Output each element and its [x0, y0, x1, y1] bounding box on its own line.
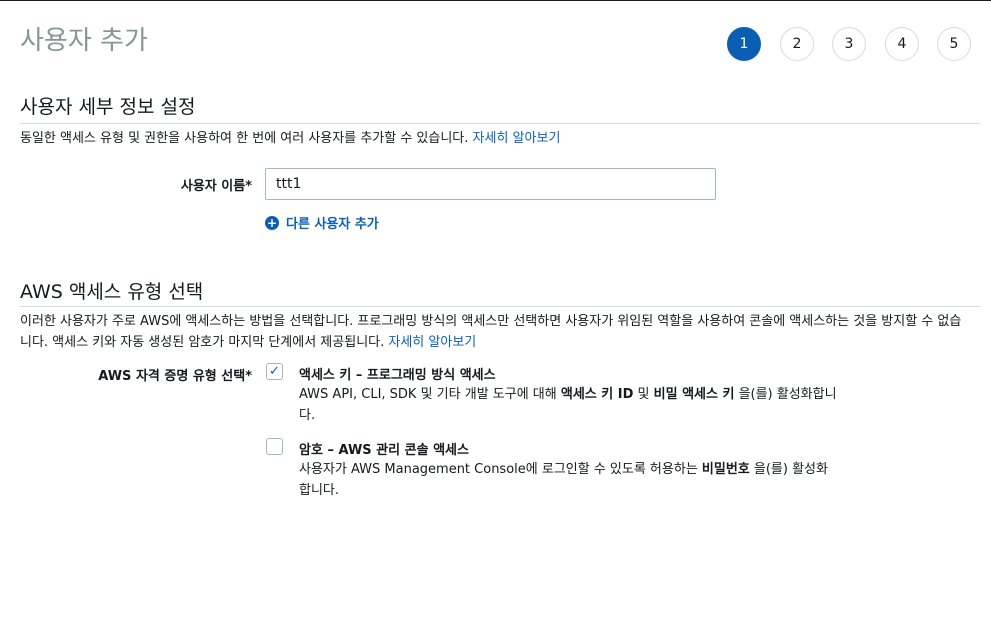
access-type-title: AWS 액세스 유형 선택 — [20, 281, 204, 303]
access-key-option-description: AWS API, CLI, SDK 및 기타 개발 도구에 대해 액세스 키 I… — [299, 387, 837, 423]
step-3[interactable]: 3 — [832, 27, 866, 61]
description-text: 동일한 액세스 유형 및 권한을 사용하여 한 번에 여러 사용자를 추가할 수… — [20, 131, 469, 146]
learn-more-link[interactable]: 자세히 알아보기 — [388, 335, 476, 350]
page-title: 사용자 추가 — [20, 26, 148, 56]
username-input[interactable] — [265, 168, 716, 200]
plus-circle-icon: + — [265, 215, 279, 230]
add-another-user-button[interactable]: + 다른 사용자 추가 — [265, 213, 379, 232]
access-type-description: 이러한 사용자가 주로 AWS에 액세스하는 방법을 선택합니다. 프로그래밍 … — [20, 311, 980, 353]
password-option-title: 암호 – AWS 관리 콘솔 액세스 — [299, 443, 469, 458]
user-details-title: 사용자 세부 정보 설정 — [20, 96, 196, 118]
step-4[interactable]: 4 — [885, 27, 919, 61]
description-line-2: 니다. 액세스 키와 자동 생성된 암호가 마지막 단계에서 제공됩니다. — [20, 335, 385, 350]
description-line-1: 이러한 사용자가 주로 AWS에 액세스하는 방법을 선택합니다. 프로그래밍 … — [20, 314, 962, 329]
top-border — [0, 0, 991, 1]
add-user-label: 다른 사용자 추가 — [286, 217, 379, 232]
password-checkbox[interactable] — [266, 438, 283, 455]
user-details-description: 동일한 액세스 유형 및 권한을 사용하여 한 번에 여러 사용자를 추가할 수… — [20, 128, 560, 149]
access-key-option-title: 액세스 키 – 프로그래밍 방식 액세스 — [299, 368, 496, 383]
section-divider — [20, 306, 980, 307]
step-5[interactable]: 5 — [937, 27, 971, 61]
checkmark-icon: ✓ — [269, 364, 280, 379]
username-label: 사용자 이름* — [180, 179, 252, 194]
section-divider — [20, 123, 980, 124]
step-2[interactable]: 2 — [780, 27, 814, 61]
step-1[interactable]: 1 — [727, 27, 761, 61]
learn-more-link[interactable]: 자세히 알아보기 — [473, 131, 561, 146]
credential-type-label: AWS 자격 증명 유형 선택* — [98, 369, 252, 384]
access-key-checkbox[interactable]: ✓ — [266, 363, 283, 380]
password-option-description: 사용자가 AWS Management Console에 로그인할 수 있도록 … — [299, 462, 828, 498]
